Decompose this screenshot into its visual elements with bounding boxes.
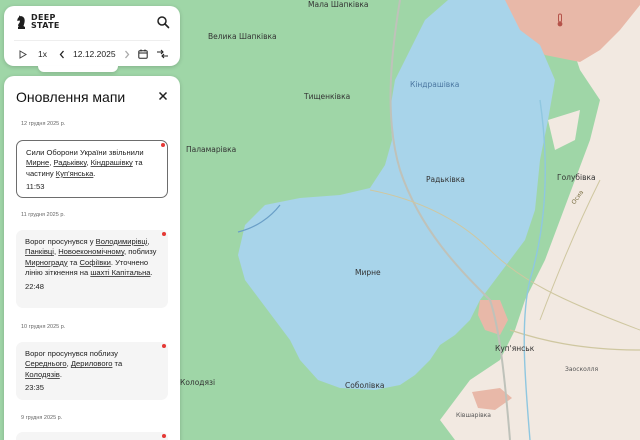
place-zaoskillia[interactable]: Заосколля	[565, 366, 598, 373]
next-date-button[interactable]	[124, 47, 130, 61]
place-palamarivka[interactable]: Паламарівка	[186, 145, 236, 154]
place-link[interactable]: Володимирівці	[96, 237, 148, 246]
place-link[interactable]: Новоекономічному	[58, 247, 124, 256]
place-link[interactable]: Куп'янська	[56, 169, 94, 178]
update-time: 23:35	[25, 383, 45, 393]
play-icon	[19, 49, 27, 59]
place-mala-shapkivka[interactable]: Мала Шапківка	[308, 0, 369, 9]
search-icon[interactable]	[156, 15, 170, 29]
update-text-segment: Ворог просунувся у	[25, 237, 96, 246]
place-link[interactable]: Колодязів	[25, 370, 60, 379]
calendar-button[interactable]	[138, 47, 148, 61]
update-text-segment: та	[67, 257, 80, 267]
update-text-segment: ,	[147, 237, 150, 246]
place-link[interactable]: Панківці	[25, 247, 54, 256]
update-text-segment: .	[59, 369, 62, 379]
place-velyka-shapkivka[interactable]: Велика Шапківка	[208, 32, 277, 41]
place-kindrashivka[interactable]: Кіндрашівка	[410, 80, 459, 89]
speed-button[interactable]: 1x	[38, 47, 47, 61]
divider	[14, 40, 170, 41]
prev-date-button[interactable]	[59, 47, 65, 61]
current-date[interactable]: 12.12.2025	[73, 47, 116, 61]
date-header: 12 грудня 2025 р.	[21, 121, 66, 127]
update-card[interactable]: Ворог просунувся у Володимирівці, Панків…	[16, 230, 168, 308]
deepstate-logo[interactable]: DEEP STATE	[16, 14, 60, 30]
update-card[interactable]	[16, 432, 168, 440]
place-radkivka[interactable]: Радьківка	[426, 175, 465, 184]
update-card[interactable]: Ворог просунувся поблизу Середнього, Дер…	[16, 342, 168, 400]
card-tab	[38, 66, 118, 72]
new-indicator-dot	[161, 143, 165, 147]
map-updates-panel: Оновлення мапи 12 грудня 2025 р. Сили Об…	[4, 76, 180, 440]
chevron-right-icon	[125, 50, 130, 58]
chess-knight-icon	[17, 14, 25, 29]
update-text-segment: та	[112, 359, 123, 369]
close-icon[interactable]	[158, 91, 168, 101]
place-myrne[interactable]: Мирне	[355, 268, 381, 277]
place-link[interactable]: Мирне	[26, 158, 49, 167]
timeline-control-card: DEEP STATE 1x 12.12.2025	[4, 6, 180, 66]
thermometer-pin-icon[interactable]	[555, 13, 565, 27]
new-indicator-dot	[162, 344, 166, 348]
update-text-segment: .	[93, 168, 96, 178]
date-header: 10 грудня 2025 р.	[21, 324, 66, 330]
place-link[interactable]: Мирнограду	[25, 258, 68, 267]
new-indicator-dot	[162, 232, 166, 236]
new-indicator-dot	[162, 434, 166, 438]
place-link[interactable]: Радьківку	[53, 158, 86, 167]
place-kolodiazi[interactable]: Колодязі	[180, 378, 215, 387]
logo-text-line2: STATE	[31, 21, 60, 30]
place-link[interactable]: шахті Капітальна	[90, 268, 150, 277]
place-sobolivka[interactable]: Соболівка	[345, 381, 384, 390]
place-holubivka[interactable]: Голубівка	[557, 173, 596, 182]
update-text: Сили Оборони України звільнили Мирне, Ра…	[26, 148, 158, 179]
place-link[interactable]: Кіндрашівку	[91, 158, 133, 167]
update-text-segment: Ворог просунувся поблизу	[25, 349, 118, 358]
compare-arrows-icon	[157, 49, 168, 59]
update-text-segment: .	[150, 268, 153, 278]
place-link[interactable]: Дерилового	[71, 359, 113, 368]
date-header: 9 грудня 2025 р.	[21, 415, 63, 421]
update-text-segment: Сили Оборони України звільнили	[26, 148, 144, 157]
calendar-icon	[138, 49, 148, 59]
update-text: Ворог просунувся поблизу Середнього, Дер…	[25, 349, 159, 380]
panel-title: Оновлення мапи	[16, 89, 126, 105]
update-text-segment: , поблизу	[123, 247, 157, 257]
place-link[interactable]: Середнього	[25, 359, 67, 368]
compare-button[interactable]	[156, 47, 169, 61]
place-kupiansk[interactable]: Куп'янськ	[495, 344, 534, 353]
update-time: 22:48	[25, 281, 45, 291]
update-card[interactable]: Сили Оборони України звільнили Мирне, Ра…	[16, 140, 168, 198]
play-button[interactable]	[19, 47, 27, 61]
place-link[interactable]: Софіївки	[80, 258, 111, 267]
date-header: 11 грудня 2025 р.	[21, 212, 65, 218]
update-text: Ворог просунувся у Володимирівці, Панків…	[25, 237, 159, 279]
chevron-left-icon	[59, 50, 64, 58]
update-time: 11:53	[26, 182, 45, 192]
place-tyshchenkivka[interactable]: Тищенківка	[304, 92, 350, 101]
place-kivsharivka[interactable]: Ківшарівка	[456, 412, 491, 419]
